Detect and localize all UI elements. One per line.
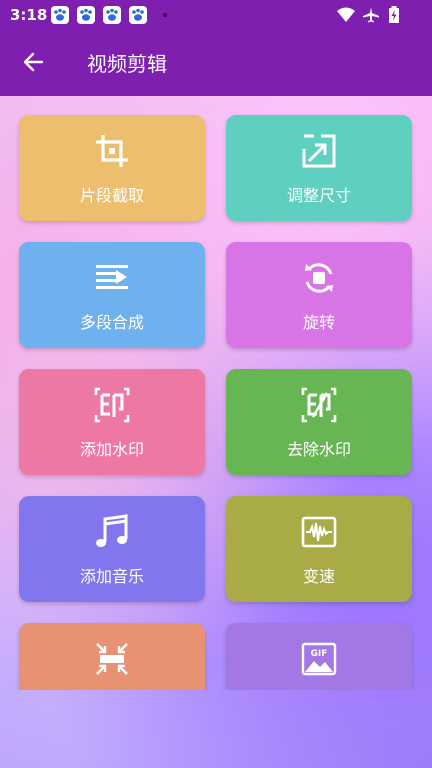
more-notifications-dot [163, 13, 167, 17]
tile-label: 变速 [302, 567, 335, 586]
resize-button[interactable]: 调整尺寸 [226, 115, 412, 221]
tile-label: 去除水印 [286, 440, 351, 459]
clip-segment-button[interactable]: 片段截取 [19, 115, 205, 221]
crop-icon [94, 133, 130, 169]
speed-waveform-icon [301, 514, 337, 550]
tile-label: 多段合成 [79, 313, 144, 332]
page-title: 视频剪辑 [87, 52, 167, 76]
gif-icon: GIF [301, 641, 337, 677]
remove-watermark-button[interactable]: 去除水印 [226, 369, 412, 475]
speed-change-button[interactable]: 变速 [226, 496, 412, 602]
tile-label: 添加音乐 [79, 567, 144, 586]
baidu-paw-icon [77, 6, 95, 24]
tile-label: 片段截取 [79, 186, 144, 205]
compress-button[interactable] [19, 623, 205, 690]
resize-icon [301, 133, 337, 169]
rotate-icon [301, 260, 337, 296]
merge-segments-button[interactable]: 多段合成 [19, 242, 205, 348]
svg-text:GIF: GIF [311, 649, 328, 659]
rotate-button[interactable]: 旋转 [226, 242, 412, 348]
baidu-paw-icon [103, 6, 121, 24]
compress-icon [94, 641, 130, 677]
wifi-icon [336, 6, 356, 28]
toolbar: 视频剪辑 [0, 32, 432, 92]
add-music-button[interactable]: 添加音乐 [19, 496, 205, 602]
back-arrow-icon[interactable] [20, 48, 48, 76]
status-bar: 3:18 [0, 0, 432, 30]
tile-label: 调整尺寸 [286, 186, 351, 205]
baidu-paw-icon [51, 6, 69, 24]
add-watermark-icon [94, 387, 130, 423]
gif-button[interactable]: GIF [226, 623, 412, 690]
music-note-icon [94, 514, 130, 550]
function-grid: 片段截取 调整尺寸 多段合成 旋转 添加水印 去除水印 添加音乐 变速 GIF [0, 96, 432, 690]
tile-label: 旋转 [302, 313, 335, 332]
app-bar: 3:18 视频剪辑 [0, 0, 432, 96]
status-time: 3:18 [10, 6, 48, 24]
merge-segments-icon [94, 260, 130, 296]
tile-label: 添加水印 [79, 440, 144, 459]
baidu-paw-icon [129, 6, 147, 24]
battery-charging-icon [388, 6, 400, 28]
airplane-mode-icon [362, 6, 380, 28]
remove-watermark-icon [301, 387, 337, 423]
add-watermark-button[interactable]: 添加水印 [19, 369, 205, 475]
